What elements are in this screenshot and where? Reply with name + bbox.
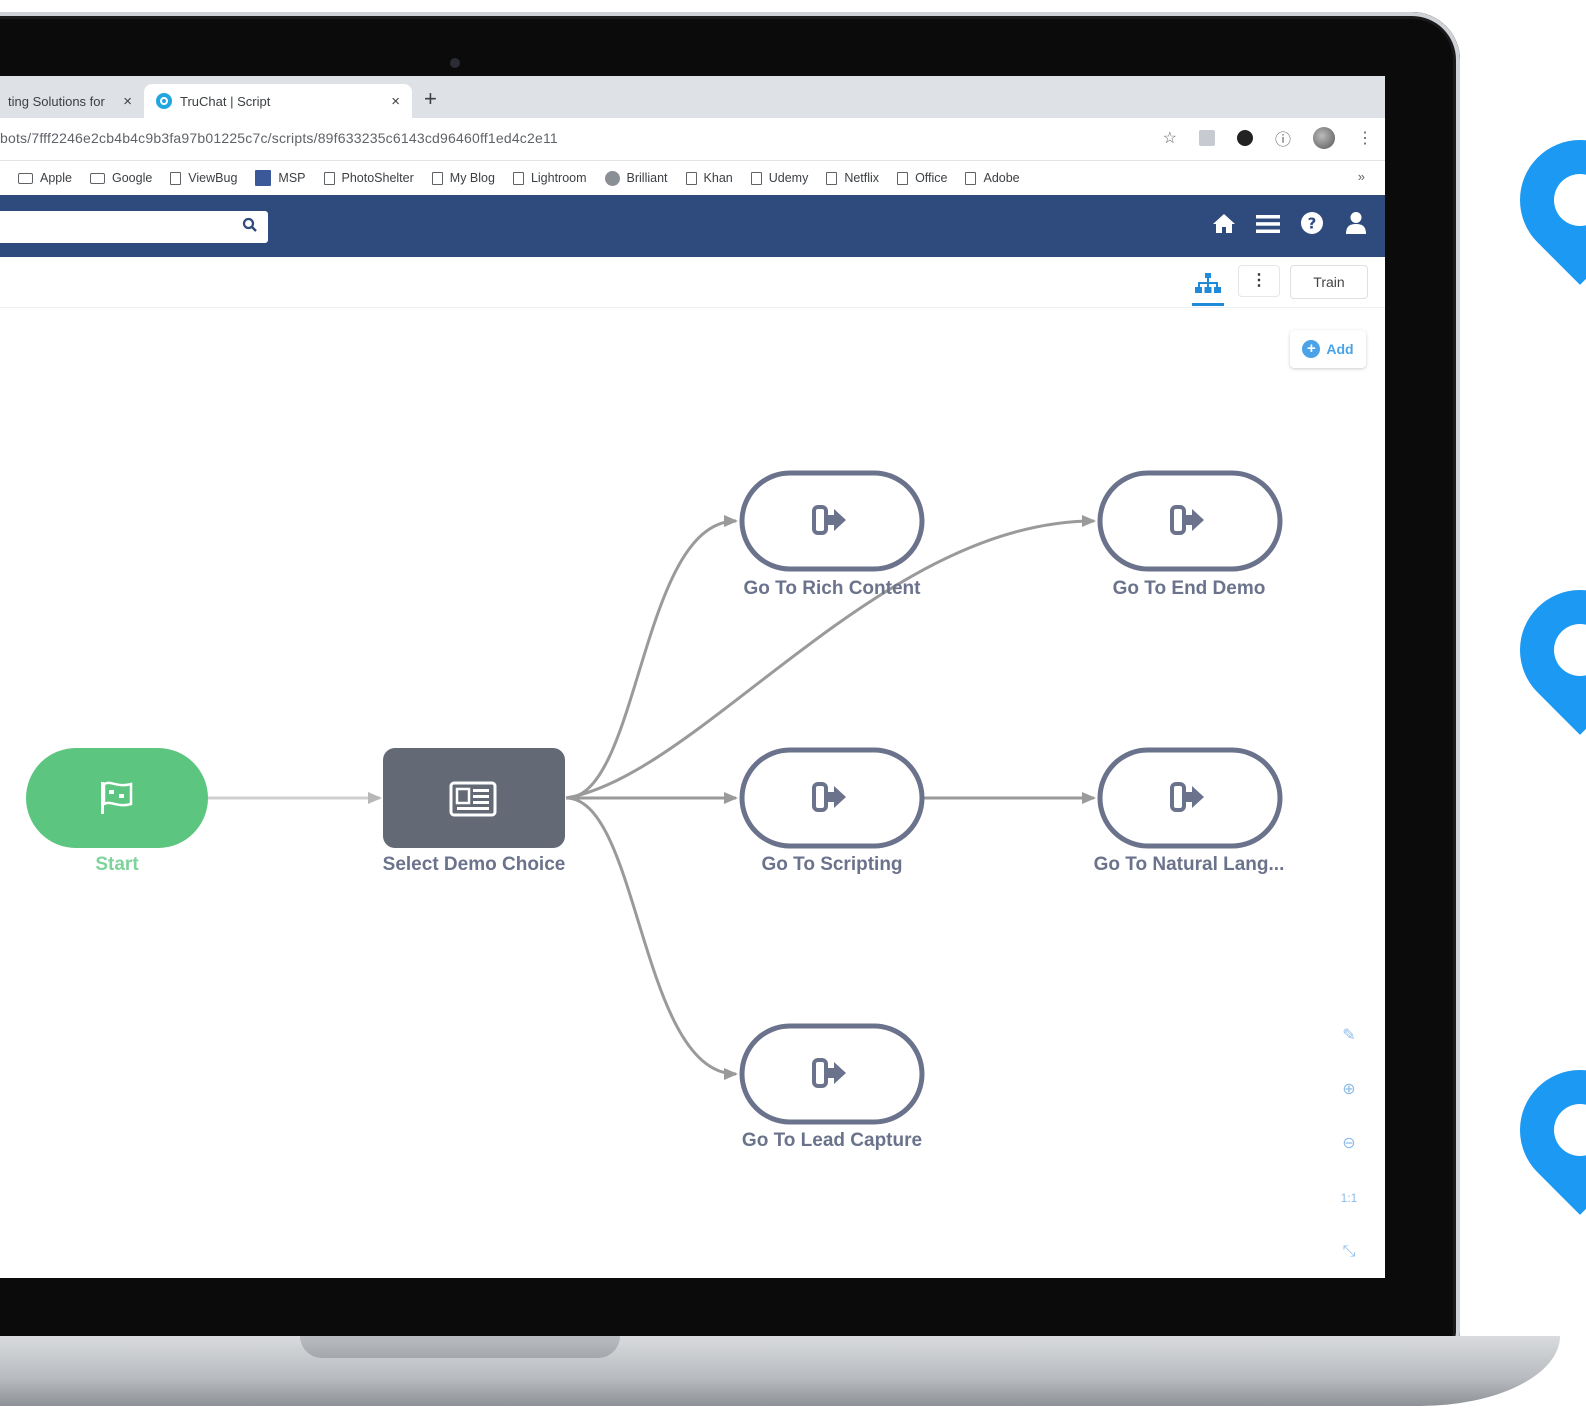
rich-node[interactable]	[739, 470, 925, 572]
natural-node[interactable]	[1097, 747, 1283, 849]
end-node-label: Go To End Demo	[1112, 578, 1266, 599]
scripting-node[interactable]	[739, 747, 925, 849]
lead-node-label: Go To Lead Capture	[741, 1130, 923, 1151]
select-node-label: Select Demo Choice	[382, 854, 566, 875]
end-node[interactable]	[1097, 470, 1283, 572]
edge-select-lead	[565, 796, 738, 1080]
zoom-out-icon[interactable]: ⊖	[1342, 1132, 1355, 1156]
zoom-controls: ✎ ⊕ ⊖ 1:1 ⤡	[1332, 1024, 1366, 1264]
fit-icon[interactable]: ⤡	[1343, 1240, 1356, 1264]
camera	[450, 58, 460, 68]
laptop-notch	[300, 1336, 620, 1358]
flow-canvas[interactable]	[0, 76, 1385, 1278]
screen: ting Solutions for × TruChat | Script × …	[0, 76, 1385, 1278]
location-pin-icon	[1495, 1045, 1586, 1215]
edge-select-rich	[565, 515, 738, 800]
rich-node-label: Go To Rich Content	[743, 578, 921, 599]
location-pin-icon	[1495, 115, 1586, 285]
actual-size-button[interactable]: 1:1	[1341, 1186, 1358, 1210]
laptop-base	[0, 1336, 1560, 1406]
natural-node-label: Go To Natural Lang...	[1093, 854, 1285, 875]
lead-node[interactable]	[739, 1023, 925, 1125]
start-node[interactable]	[26, 748, 208, 848]
zoom-in-icon[interactable]: ⊕	[1342, 1078, 1355, 1102]
scripting-node-label: Go To Scripting	[761, 854, 903, 875]
start-node-label: Start	[95, 854, 139, 875]
edit-icon[interactable]: ✎	[1342, 1024, 1355, 1048]
location-pin-icon	[1495, 565, 1586, 735]
